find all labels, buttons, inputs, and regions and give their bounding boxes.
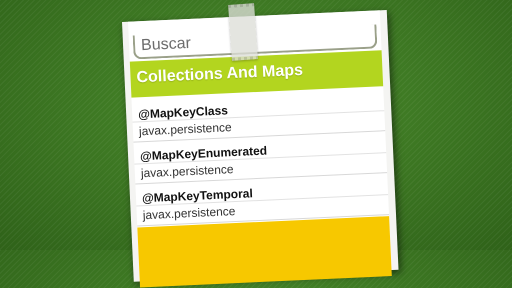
search-placeholder: Buscar bbox=[140, 34, 192, 55]
section-title: Collections And Maps bbox=[136, 61, 304, 87]
tape-decoration bbox=[228, 3, 258, 61]
app-screen: Buscar Collections And Maps @MapKeyClass… bbox=[127, 10, 392, 288]
footer-bar bbox=[137, 216, 392, 288]
list-item-package: javax.persistence bbox=[140, 162, 234, 181]
list-item-package: javax.persistence bbox=[142, 204, 236, 223]
list-item-package: javax.persistence bbox=[138, 120, 232, 139]
paper-card: Buscar Collections And Maps @MapKeyClass… bbox=[122, 9, 399, 288]
